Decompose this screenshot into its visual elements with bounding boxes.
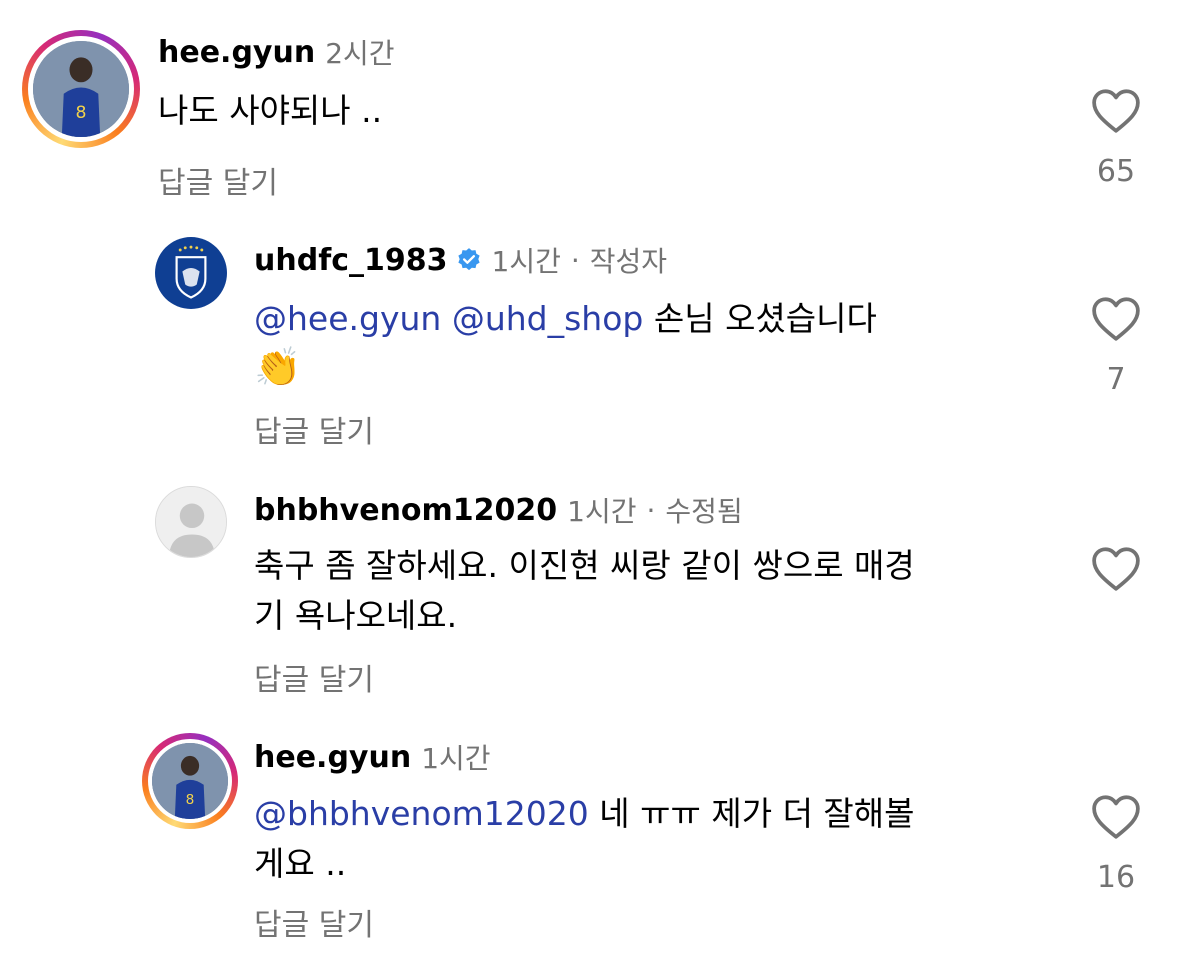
comment-text-line-2: 기 욕나오네요.: [254, 596, 458, 635]
avatar[interactable]: [155, 486, 227, 558]
like-count: 16: [1096, 860, 1136, 895]
reply-button[interactable]: 답글 달기: [254, 655, 374, 699]
heart-icon[interactable]: [1091, 794, 1141, 840]
timestamp: 1시간: [491, 245, 561, 278]
username[interactable]: hee.gyun: [158, 35, 315, 70]
reply-button[interactable]: 답글 달기: [158, 158, 278, 202]
heart-icon[interactable]: [1091, 296, 1141, 342]
edited-label: 수정됨: [665, 495, 743, 528]
like: 7: [1086, 296, 1146, 397]
club-crest-icon: [156, 238, 226, 308]
username[interactable]: uhdfc_1983: [254, 243, 448, 278]
separator: ·: [646, 493, 656, 527]
player-photo: 8: [152, 743, 228, 819]
timestamp: 1시간: [421, 742, 491, 775]
like: [1086, 546, 1146, 592]
comment-text: @hee.gyun @uhd_shop 손님 오셨습니다: [254, 299, 877, 338]
mention-link[interactable]: @uhd_shop: [452, 299, 644, 338]
separator: ·: [570, 243, 580, 277]
svg-text:8: 8: [186, 792, 195, 808]
reply-button[interactable]: 답글 달기: [254, 407, 374, 451]
username[interactable]: hee.gyun: [254, 740, 411, 775]
player-photo: 8: [33, 41, 129, 137]
like-count: 7: [1106, 362, 1126, 397]
heart-icon[interactable]: [1091, 546, 1141, 592]
username[interactable]: bhbhvenom12020: [254, 493, 557, 528]
comment-text-line-2: 게요 ..: [254, 844, 347, 883]
svg-text:8: 8: [76, 103, 87, 123]
like: 65: [1086, 88, 1146, 189]
like: 16: [1086, 794, 1146, 895]
timestamp: 2시간: [325, 37, 395, 70]
comment-text-line-1: @bhbhvenom12020 네 ㅠㅠ 제가 더 잘해볼: [254, 794, 915, 833]
like-count: 65: [1096, 154, 1136, 189]
avatar: 8: [33, 41, 129, 137]
avatar: 8: [152, 743, 228, 819]
reply-button[interactable]: 답글 달기: [254, 900, 374, 944]
emoji-clap: 👏: [254, 345, 302, 389]
verified-badge-icon: [457, 248, 480, 271]
default-user-icon: [156, 487, 226, 557]
avatar[interactable]: [155, 237, 227, 309]
avatar-story-ring[interactable]: 8: [142, 733, 238, 829]
heart-icon[interactable]: [1091, 88, 1141, 134]
mention-link[interactable]: @hee.gyun: [254, 299, 441, 338]
comment-text: 나도 사야되나 ..: [158, 91, 383, 130]
comment-text-line-1: 축구 좀 잘하세요. 이진현 씨랑 같이 쌍으로 매경: [254, 546, 915, 585]
mention-link[interactable]: @bhbhvenom12020: [254, 794, 589, 833]
avatar-story-ring[interactable]: 8: [22, 30, 140, 148]
timestamp: 1시간: [567, 495, 637, 528]
author-label: 작성자: [589, 245, 668, 278]
